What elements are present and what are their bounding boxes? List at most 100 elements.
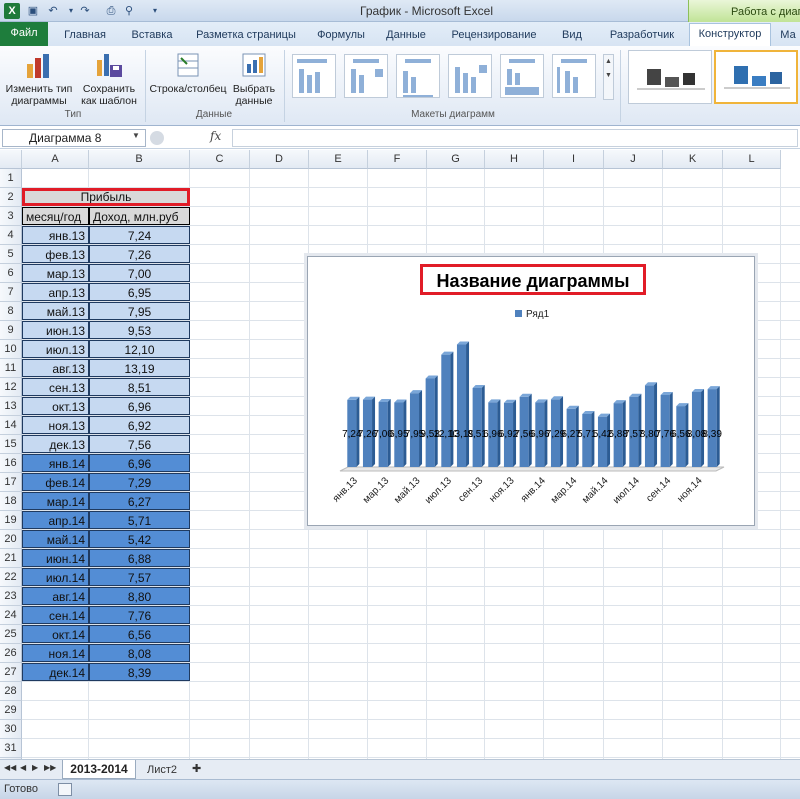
income-cell[interactable]: 5,71	[89, 511, 190, 529]
income-cell[interactable]: 7,24	[89, 226, 190, 244]
column-header-i[interactable]: I	[544, 150, 604, 169]
row-header-10[interactable]: 10	[0, 340, 22, 359]
month-cell[interactable]: июл.13	[22, 340, 89, 358]
income-cell[interactable]: 6,96	[89, 454, 190, 472]
income-cell[interactable]: 6,27	[89, 492, 190, 510]
income-cell[interactable]: 12,10	[89, 340, 190, 358]
row-header-9[interactable]: 9	[0, 321, 22, 340]
tab-data[interactable]: Данные	[378, 26, 434, 46]
month-cell[interactable]: июн.13	[22, 321, 89, 339]
row-header-1[interactable]: 1	[0, 169, 22, 188]
income-cell[interactable]: 7,57	[89, 568, 190, 586]
row-header-7[interactable]: 7	[0, 283, 22, 302]
sheet-tab-active[interactable]: 2013-2014	[62, 760, 136, 779]
row-header-21[interactable]: 21	[0, 549, 22, 568]
row-header-14[interactable]: 14	[0, 416, 22, 435]
income-cell[interactable]: 13,19	[89, 359, 190, 377]
tab-page-layout[interactable]: Разметка страницы	[190, 26, 302, 46]
tab-developer[interactable]: Разработчик	[600, 26, 684, 46]
column-header-l[interactable]: L	[723, 150, 781, 169]
name-box-dropdown-icon[interactable]: ▼	[132, 131, 140, 140]
month-cell[interactable]: апр.14	[22, 511, 89, 529]
macro-record-icon[interactable]	[58, 783, 72, 796]
row-header-25[interactable]: 25	[0, 625, 22, 644]
select-all-corner[interactable]	[0, 150, 22, 169]
income-cell[interactable]: 6,88	[89, 549, 190, 567]
row-header-23[interactable]: 23	[0, 587, 22, 606]
row-header-13[interactable]: 13	[0, 397, 22, 416]
row-header-17[interactable]: 17	[0, 473, 22, 492]
row-header-8[interactable]: 8	[0, 302, 22, 321]
month-cell[interactable]: май.13	[22, 302, 89, 320]
chart-layout-2[interactable]	[344, 54, 388, 98]
next-sheet-icon[interactable]: ▶	[32, 763, 38, 772]
select-data-button[interactable]: Выбрать данные	[230, 50, 278, 107]
income-cell[interactable]: 8,39	[89, 663, 190, 681]
income-cell[interactable]: 6,92	[89, 416, 190, 434]
column-header-b[interactable]: B	[89, 150, 190, 169]
row-header-29[interactable]: 29	[0, 701, 22, 720]
income-cell[interactable]: 5,42	[89, 530, 190, 548]
tab-formulas[interactable]: Формулы	[308, 26, 374, 46]
tab-layout-overflow[interactable]: Ма	[776, 26, 800, 46]
chart-layout-1[interactable]	[292, 54, 336, 98]
month-cell[interactable]: окт.13	[22, 397, 89, 415]
sheet-tab-2[interactable]: Лист2	[140, 762, 184, 779]
month-cell[interactable]: апр.13	[22, 283, 89, 301]
formula-input[interactable]	[232, 129, 798, 147]
tab-design[interactable]: Конструктор	[689, 23, 771, 46]
undo-dropdown-icon[interactable]: ▾	[64, 4, 78, 18]
income-cell[interactable]: 8,51	[89, 378, 190, 396]
month-cell[interactable]: дек.14	[22, 663, 89, 681]
month-cell[interactable]: фев.14	[22, 473, 89, 491]
row-header-24[interactable]: 24	[0, 606, 22, 625]
income-cell[interactable]: 7,56	[89, 435, 190, 453]
row-header-20[interactable]: 20	[0, 530, 22, 549]
save-as-template-button[interactable]: Сохранить как шаблон	[78, 50, 140, 107]
row-header-4[interactable]: 4	[0, 226, 22, 245]
table-title-cell[interactable]: Прибыль	[22, 188, 190, 206]
income-cell[interactable]: 6,95	[89, 283, 190, 301]
column-header-j[interactable]: J	[604, 150, 663, 169]
month-cell[interactable]: май.14	[22, 530, 89, 548]
income-cell[interactable]: 8,80	[89, 587, 190, 605]
chart-layout-6[interactable]	[552, 54, 596, 98]
row-header-22[interactable]: 22	[0, 568, 22, 587]
chart-layout-4[interactable]	[448, 54, 492, 98]
income-cell[interactable]: 7,29	[89, 473, 190, 491]
row-header-11[interactable]: 11	[0, 359, 22, 378]
income-cell[interactable]: 6,56	[89, 625, 190, 643]
column-header-k[interactable]: K	[663, 150, 723, 169]
chart-object[interactable]: Название диаграммы Ряд1 7,24 7,26 7,00 6,95 7,…	[307, 256, 755, 526]
column-header-h[interactable]: H	[485, 150, 544, 169]
month-cell[interactable]: июл.14	[22, 568, 89, 586]
month-cell[interactable]: ноя.13	[22, 416, 89, 434]
row-header-27[interactable]: 27	[0, 663, 22, 682]
row-header-12[interactable]: 12	[0, 378, 22, 397]
tab-home[interactable]: Главная	[56, 26, 114, 46]
income-cell[interactable]: 7,95	[89, 302, 190, 320]
month-cell[interactable]: июн.14	[22, 549, 89, 567]
switch-row-column-button[interactable]: Строка/столбец	[148, 50, 228, 95]
excel-icon[interactable]: X	[4, 3, 20, 19]
print-preview-icon[interactable]: ⚲	[122, 4, 136, 18]
change-chart-type-button[interactable]: Изменить тип диаграммы	[4, 50, 74, 107]
month-cell[interactable]: мар.14	[22, 492, 89, 510]
row-header-5[interactable]: 5	[0, 245, 22, 264]
row-header-30[interactable]: 30	[0, 720, 22, 739]
header-cell-income[interactable]: Доход, млн.руб	[89, 207, 190, 225]
tab-view[interactable]: Вид	[554, 26, 590, 46]
name-box[interactable]: Диаграмма 8	[2, 129, 146, 147]
month-cell[interactable]: авг.13	[22, 359, 89, 377]
row-header-6[interactable]: 6	[0, 264, 22, 283]
first-sheet-icon[interactable]: ◀◀	[4, 763, 16, 772]
column-header-a[interactable]: A	[22, 150, 89, 169]
month-cell[interactable]: сен.14	[22, 606, 89, 624]
row-header-19[interactable]: 19	[0, 511, 22, 530]
tab-insert[interactable]: Вставка	[120, 26, 184, 46]
insert-sheet-icon[interactable]: ✚	[192, 762, 201, 775]
row-header-28[interactable]: 28	[0, 682, 22, 701]
month-cell[interactable]: янв.14	[22, 454, 89, 472]
month-cell[interactable]: мар.13	[22, 264, 89, 282]
month-cell[interactable]: авг.14	[22, 587, 89, 605]
